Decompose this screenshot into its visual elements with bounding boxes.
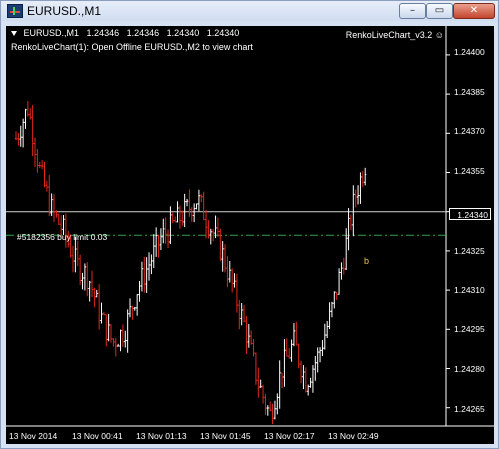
chart-legend: EURUSD.,M1 1.24346 1.24346 1.24340 1.243… xyxy=(11,28,244,38)
price-tick: 1.24280 xyxy=(454,364,485,374)
terminal-window: EURUSD.,M1 – ▭ ✕ EURUSD.,M1 1.24346 1.24… xyxy=(0,0,499,449)
price-tick: 1.24295 xyxy=(454,324,485,334)
time-tick: 13 Nov 02:49 xyxy=(328,431,379,441)
time-tick: 13 Nov 02:17 xyxy=(264,431,315,441)
title-bar[interactable]: EURUSD.,M1 – ▭ ✕ xyxy=(1,1,498,21)
current-price-label: 1.24340 xyxy=(449,208,491,220)
price-tick: 1.24310 xyxy=(454,285,485,295)
price-tick: 1.24265 xyxy=(454,404,485,414)
time-tick: 13 Nov 2014 xyxy=(9,431,58,441)
price-tick: 1.24355 xyxy=(454,166,485,176)
legend-symbol: EURUSD.,M1 xyxy=(23,28,80,38)
chart-window-icon xyxy=(7,4,23,18)
dropdown-triangle-icon[interactable] xyxy=(11,31,17,37)
price-tick: 1.24385 xyxy=(454,87,485,97)
time-tick: 13 Nov 01:13 xyxy=(136,431,187,441)
time-tick: 13 Nov 01:45 xyxy=(200,431,251,441)
time-tick: 13 Nov 00:41 xyxy=(72,431,123,441)
legend-low: 1.24340 xyxy=(166,28,200,38)
legend-open: 1.24346 xyxy=(86,28,120,38)
chart-area[interactable]: EURUSD.,M1 1.24346 1.24346 1.24340 1.243… xyxy=(6,26,494,444)
indicator-name: RenkoLiveChart_v3.2 ☺ xyxy=(345,30,444,40)
indicator-info-text: RenkoLiveChart(1): Open Offline EURUSD.,… xyxy=(11,42,253,52)
minimize-button[interactable]: – xyxy=(399,3,426,19)
buy-marker: b xyxy=(364,256,370,266)
close-button[interactable]: ✕ xyxy=(453,3,495,19)
legend-high: 1.24346 xyxy=(126,28,160,38)
price-tick: 1.24400 xyxy=(454,47,485,57)
price-tick: 1.24325 xyxy=(454,246,485,256)
window-title: EURUSD.,M1 xyxy=(27,4,102,18)
price-tick: 1.24370 xyxy=(454,126,485,136)
maximize-button[interactable]: ▭ xyxy=(426,3,453,19)
legend-close: 1.24340 xyxy=(206,28,240,38)
order-label[interactable]: #5182356 buy limit 0.03 xyxy=(17,232,107,242)
